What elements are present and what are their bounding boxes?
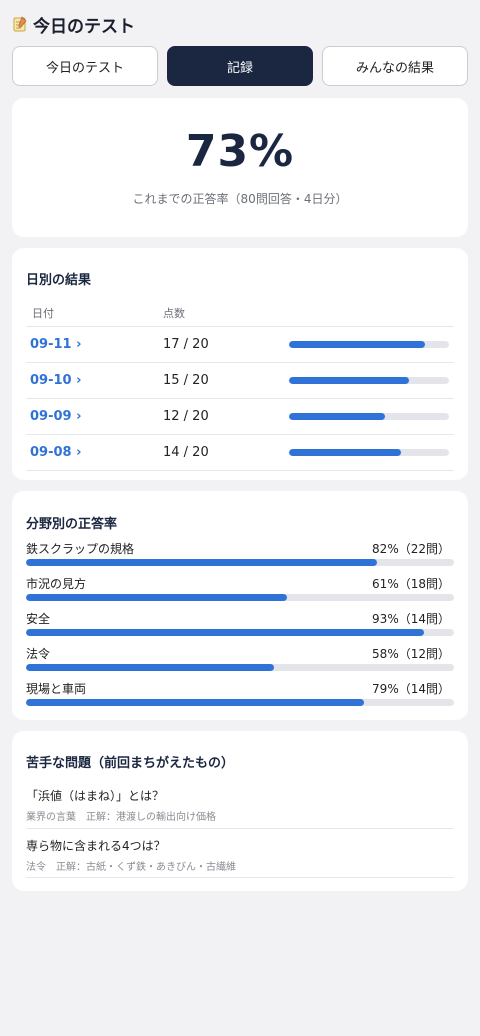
score-text: 15 / 20 (163, 373, 209, 388)
weak-question-item[interactable]: 専ら物に含まれる4つは？ 法令 正解：古紙・くず鉄・あきびん・古繊維 (26, 837, 454, 873)
tab-today-test[interactable]: 今日のテスト (12, 46, 158, 86)
daily-row: 09-10 › 15 / 20 (26, 362, 454, 398)
field-bar (26, 664, 454, 671)
field-row: 安全 93%（14問） (26, 610, 454, 643)
daily-results-card: 日別の結果 日付 点数 09-11 › 17 / 20 09-10 › 15 /… (12, 248, 468, 480)
field-bar (26, 594, 454, 601)
daily-row: 09-08 › 14 / 20 (26, 434, 454, 471)
overall-rate: 73% (185, 126, 295, 177)
score-text: 12 / 20 (163, 409, 209, 424)
column-header-score: 点数 (163, 307, 185, 320)
tab-bar: 今日のテスト 記録 みんなの結果 (12, 46, 468, 86)
tab-records[interactable]: 記録 (167, 46, 313, 86)
date-link[interactable]: 09-10 › (30, 373, 81, 388)
field-bar (26, 629, 454, 636)
field-accuracy-title: 分野別の正答率 (26, 517, 118, 532)
field-value: 82%（22問） (372, 542, 450, 556)
score-bar (289, 449, 449, 456)
field-bar-fill (26, 559, 377, 566)
field-row: 法令 58%（12問） (26, 645, 454, 678)
date-link[interactable]: 09-11 › (30, 337, 81, 352)
field-accuracy-card: 分野別の正答率 鉄スクラップの規格 82%（22問） 市況の見方 61%（18問… (12, 491, 468, 720)
field-name: 法令 (26, 647, 51, 661)
weak-question-item[interactable]: 「浜値（はまね）」とは？ 業界の言葉 正解：港渡しの輸出向け価格 (26, 787, 454, 823)
field-value: 79%（14問） (372, 682, 450, 696)
page-title: 今日のテスト (33, 16, 135, 37)
score-bar (289, 377, 449, 384)
score-bar (289, 341, 449, 348)
field-bar-fill (26, 629, 425, 636)
score-bar (289, 413, 449, 420)
field-value: 61%（18問） (372, 577, 450, 591)
score-text: 17 / 20 (163, 337, 209, 352)
score-text: 14 / 20 (163, 445, 209, 460)
overall-rate-note: これまでの正答率（80問回答・4日分） (132, 192, 348, 206)
field-bar (26, 559, 454, 566)
score-bar-fill (289, 341, 425, 348)
field-bar-fill (26, 664, 275, 671)
field-bar (26, 699, 454, 706)
field-name: 鉄スクラップの規格 (26, 542, 135, 556)
field-row: 市況の見方 61%（18問） (26, 575, 454, 608)
question-detail: 法令 正解：古紙・くず鉄・あきびん・古繊維 (26, 862, 236, 873)
field-name: 現場と車両 (26, 682, 87, 696)
daily-results-list: 09-11 › 17 / 20 09-10 › 15 / 20 09-09 › … (26, 326, 454, 471)
score-bar-fill (289, 449, 401, 456)
page-header: 今日のテスト (13, 10, 135, 38)
weak-questions-card: 苦手な問題（前回まちがえたもの） 「浜値（はまね）」とは？ 業界の言葉 正解：港… (12, 731, 468, 891)
daily-row: 09-11 › 17 / 20 (26, 326, 454, 362)
field-bar-fill (26, 594, 288, 601)
question-detail: 業界の言葉 正解：港渡しの輸出向け価格 (26, 812, 216, 823)
field-name: 市況の見方 (26, 577, 87, 591)
weak-questions-title: 苦手な問題（前回まちがえたもの） (26, 756, 235, 771)
field-value: 93%（14問） (372, 612, 450, 626)
score-bar-fill (289, 413, 385, 420)
column-header-date: 日付 (32, 307, 54, 320)
daily-results-title: 日別の結果 (26, 273, 92, 288)
daily-row: 09-09 › 12 / 20 (26, 398, 454, 434)
date-link[interactable]: 09-09 › (30, 409, 81, 424)
score-bar-fill (289, 377, 409, 384)
field-value: 58%（12問） (372, 647, 450, 661)
field-bar-fill (26, 699, 365, 706)
summary-card: 73% これまでの正答率（80問回答・4日分） (12, 98, 468, 237)
date-link[interactable]: 09-08 › (30, 445, 81, 460)
divider (26, 828, 454, 829)
tab-everyone-results[interactable]: みんなの結果 (322, 46, 468, 86)
field-name: 安全 (26, 612, 51, 626)
divider (26, 877, 454, 878)
question-text: 専ら物に含まれる4つは？ (26, 839, 166, 853)
field-row: 鉄スクラップの規格 82%（22問） (26, 540, 454, 573)
memo-icon (13, 16, 27, 32)
question-text: 「浜値（はまね）」とは？ (26, 789, 165, 803)
field-row: 現場と車両 79%（14問） (26, 680, 454, 713)
